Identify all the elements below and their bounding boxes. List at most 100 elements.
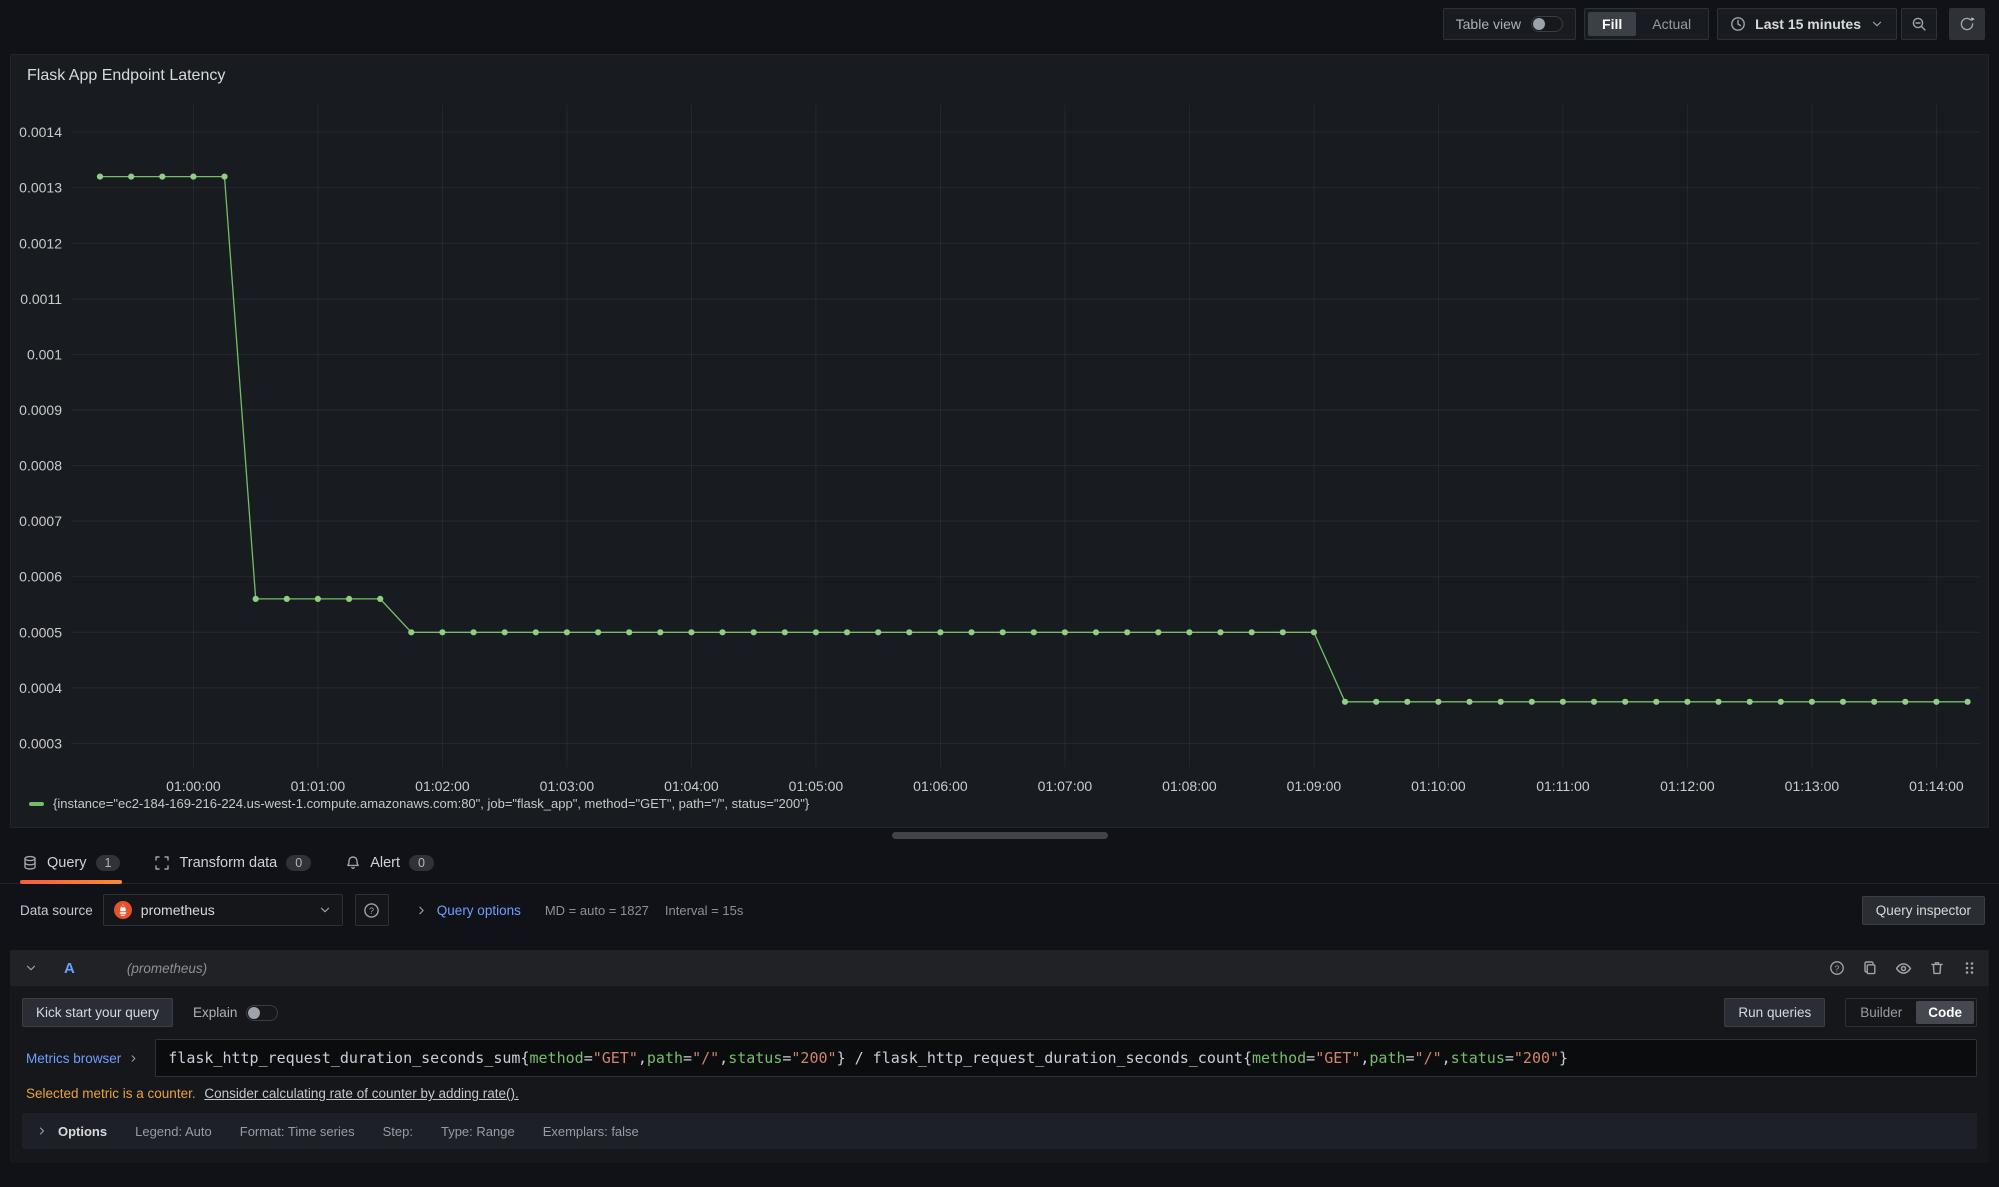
promql-token: , xyxy=(719,1049,728,1067)
query-editor-body: Kick start your query Explain Run querie… xyxy=(10,986,1989,1163)
zoom-out-button[interactable] xyxy=(1901,8,1937,40)
svg-text:0.001: 0.001 xyxy=(27,346,62,362)
timeseries-panel: Flask App Endpoint Latency 0.00030.00040… xyxy=(10,54,1989,828)
query-actions: ? xyxy=(1829,960,1977,977)
promql-token: = xyxy=(584,1049,593,1067)
max-data-points-text: MD = auto = 1827 xyxy=(545,903,649,918)
series-points xyxy=(97,174,1971,705)
panel-editor-toolbar: Table view Fill Actual Last 15 minutes xyxy=(0,0,1999,48)
table-view-toggle[interactable] xyxy=(1531,16,1563,32)
collapse-chevron-icon[interactable] xyxy=(24,961,38,975)
promql-token: "200" xyxy=(791,1049,836,1067)
tab-transform-data[interactable]: Transform data 0 xyxy=(152,842,313,883)
fill-option[interactable]: Fill xyxy=(1588,12,1636,36)
promql-expression-input[interactable]: flask_http_request_duration_seconds_sum{… xyxy=(155,1039,1977,1077)
svg-text:?: ? xyxy=(1835,963,1840,973)
duplicate-query-button[interactable] xyxy=(1862,960,1878,976)
svg-text:0.0014: 0.0014 xyxy=(19,124,62,140)
svg-text:01:05:00: 01:05:00 xyxy=(789,778,844,793)
datasource-picker[interactable]: prometheus xyxy=(103,894,343,926)
svg-text:01:02:00: 01:02:00 xyxy=(415,778,470,793)
transform-icon xyxy=(154,855,170,871)
explain-label: Explain xyxy=(193,1005,237,1020)
options-expander[interactable]: Options xyxy=(36,1124,107,1139)
datasource-row: Data source prometheus ? Query options M… xyxy=(0,884,1999,936)
warning-hint-link[interactable]: Consider calculating rate of counter by … xyxy=(204,1086,518,1101)
tab-alert[interactable]: Alert 0 xyxy=(343,842,436,883)
builder-option[interactable]: Builder xyxy=(1848,1001,1914,1024)
query-editor-toolbar: Kick start your query Explain Run querie… xyxy=(22,998,1977,1027)
editor-resize-handle[interactable] xyxy=(892,832,1108,839)
kick-start-query-button[interactable]: Kick start your query xyxy=(22,998,173,1027)
promql-token: , xyxy=(638,1049,647,1067)
svg-text:01:08:00: 01:08:00 xyxy=(1162,778,1217,793)
promql-token: flask_http_request_duration_seconds_sum{ xyxy=(168,1049,529,1067)
query-options-toggle[interactable]: Query options xyxy=(415,903,521,918)
option-format: Format: Time series xyxy=(240,1124,355,1139)
explain-toggle[interactable] xyxy=(246,1005,278,1021)
svg-text:01:13:00: 01:13:00 xyxy=(1785,778,1840,793)
chevron-right-icon xyxy=(36,1125,48,1137)
query-inspector-button[interactable]: Query inspector xyxy=(1862,896,1985,925)
svg-text:01:10:00: 01:10:00 xyxy=(1411,778,1466,793)
promql-token: method xyxy=(1252,1049,1306,1067)
datasource-help-button[interactable]: ? xyxy=(355,894,389,926)
warning-text: Selected metric is a counter. xyxy=(26,1086,196,1101)
promql-token: "GET" xyxy=(1315,1049,1360,1067)
query-ref-header[interactable]: A (prometheus) ? xyxy=(10,950,1989,986)
grid-lines xyxy=(71,105,1980,767)
toggle-knob xyxy=(1533,18,1545,30)
svg-text:0.0007: 0.0007 xyxy=(19,513,62,529)
promql-token: } / flask_http_request_duration_seconds_… xyxy=(837,1049,1252,1067)
toggle-knob xyxy=(248,1007,260,1019)
option-legend: Legend: Auto xyxy=(135,1124,212,1139)
latency-chart[interactable]: 0.00030.00040.00050.00060.00070.00080.00… xyxy=(11,87,1988,793)
counter-warning: Selected metric is a counter. Consider c… xyxy=(26,1086,1977,1101)
tab-alert-badge: 0 xyxy=(409,855,434,871)
actual-option[interactable]: Actual xyxy=(1638,12,1705,36)
help-icon: ? xyxy=(1829,960,1845,976)
datasource-label: Data source xyxy=(20,903,93,918)
delete-query-button[interactable] xyxy=(1929,960,1945,976)
svg-text:0.0009: 0.0009 xyxy=(19,402,62,418)
run-queries-button[interactable]: Run queries xyxy=(1724,998,1825,1027)
promql-token: = xyxy=(1406,1049,1415,1067)
svg-text:01:12:00: 01:12:00 xyxy=(1660,778,1715,793)
toggle-visibility-button[interactable] xyxy=(1895,960,1912,977)
interval-text: Interval = 15s xyxy=(665,903,743,918)
panel-title: Flask App Endpoint Latency xyxy=(11,55,1988,87)
svg-text:01:11:00: 01:11:00 xyxy=(1536,778,1590,793)
svg-text:?: ? xyxy=(369,906,374,916)
code-option[interactable]: Code xyxy=(1916,1001,1974,1024)
refresh-button[interactable] xyxy=(1949,8,1985,40)
tab-query[interactable]: Query 1 xyxy=(20,842,122,883)
legend-item[interactable]: {instance="ec2-184-169-216-224.us-west-1… xyxy=(11,796,1988,811)
svg-text:0.0011: 0.0011 xyxy=(20,291,62,307)
metrics-browser-label: Metrics browser xyxy=(26,1051,121,1066)
promql-token: = xyxy=(1306,1049,1315,1067)
drag-handle-icon xyxy=(1962,960,1977,976)
svg-text:01:07:00: 01:07:00 xyxy=(1038,778,1093,793)
fill-actual-segmented: Fill Actual xyxy=(1584,8,1709,40)
drag-query-handle[interactable] xyxy=(1962,960,1977,976)
time-range-picker[interactable]: Last 15 minutes xyxy=(1717,8,1897,40)
editor-tabs: Query 1 Transform data 0 Alert 0 xyxy=(0,842,1999,884)
prometheus-logo xyxy=(114,901,132,919)
svg-text:0.0013: 0.0013 xyxy=(19,180,62,196)
promql-token: } xyxy=(1559,1049,1568,1067)
metrics-browser-button[interactable]: Metrics browser xyxy=(22,1051,147,1066)
option-step: Step: xyxy=(383,1124,413,1139)
option-exemplars: Exemplars: false xyxy=(543,1124,639,1139)
time-range-label: Last 15 minutes xyxy=(1755,16,1861,32)
tab-alert-label: Alert xyxy=(370,855,400,871)
svg-text:01:00:00: 01:00:00 xyxy=(166,778,221,793)
options-label: Options xyxy=(58,1124,107,1139)
query-expression-row: Metrics browser flask_http_request_durat… xyxy=(22,1039,1977,1077)
promql-token: , xyxy=(1442,1049,1451,1067)
svg-text:0.0008: 0.0008 xyxy=(19,458,62,474)
legend-series-label: {instance="ec2-184-169-216-224.us-west-1… xyxy=(53,796,809,811)
tab-transform-label: Transform data xyxy=(179,855,277,871)
query-help-button[interactable]: ? xyxy=(1829,960,1845,976)
database-icon xyxy=(22,855,38,871)
promql-token: status xyxy=(1451,1049,1505,1067)
